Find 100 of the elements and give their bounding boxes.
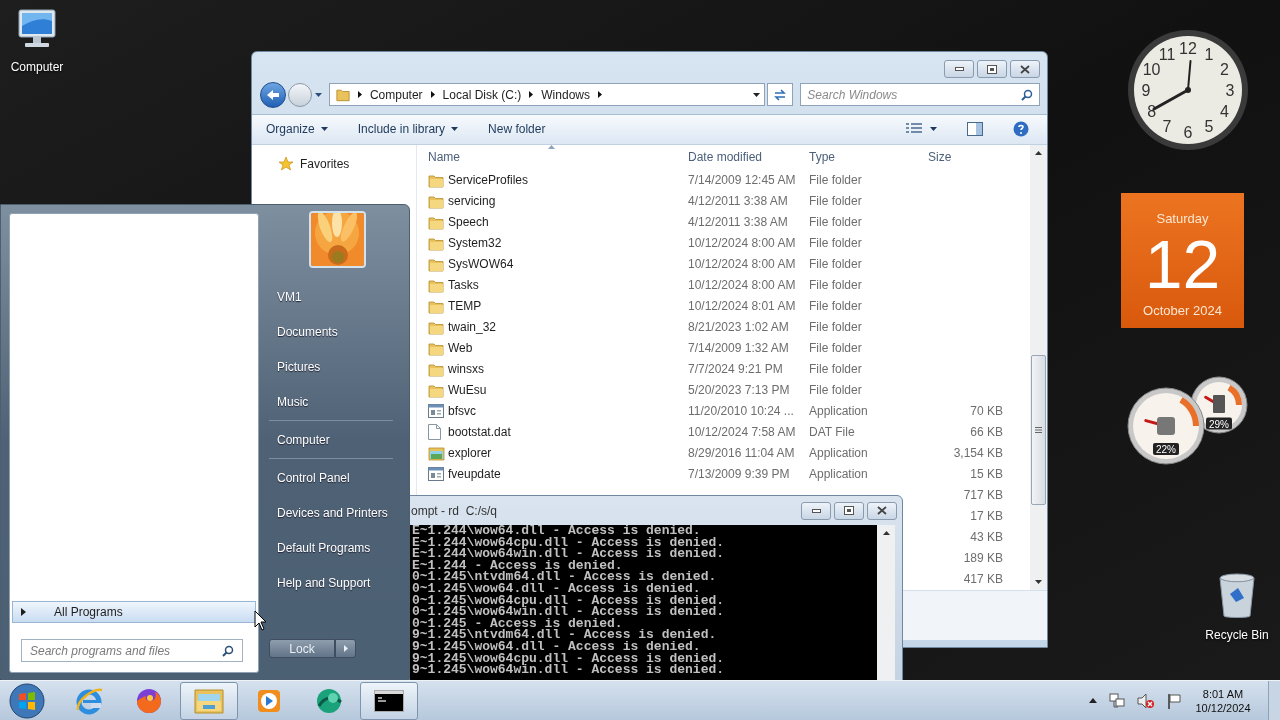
- back-arrow-icon: [266, 88, 280, 101]
- breadcrumb-arrow-icon[interactable]: [430, 91, 435, 99]
- table-cell: 5/20/2023 7:13 PM: [688, 383, 790, 398]
- calendar-month-year: October 2024: [1143, 301, 1222, 320]
- table-cell: File folder: [809, 215, 862, 230]
- caret-icon: [320, 127, 328, 132]
- sort-arrow-icon: [548, 144, 555, 149]
- scrollbar-thumb[interactable]: [1031, 354, 1046, 505]
- table-cell: 10/12/2024 7:58 AM: [688, 425, 796, 440]
- show-hidden-icons-icon[interactable]: [1089, 698, 1097, 703]
- console-line: E~1.244\wow64.dll - Access is denied.: [412, 525, 701, 537]
- taskbar-app-button[interactable]: [360, 681, 418, 720]
- close-button[interactable]: [867, 501, 897, 520]
- view-options-icon[interactable]: [906, 123, 922, 136]
- close-button[interactable]: [1010, 60, 1040, 78]
- column-header[interactable]: Size: [928, 148, 988, 167]
- scrollbar[interactable]: [1030, 144, 1047, 590]
- console-line: 9~1.245\ntvdm64.dll - Access is denied.: [412, 629, 718, 641]
- console-line: 0~1.245\ntvdm64.dll - Access is denied.: [412, 571, 718, 583]
- system-clock[interactable]: 8:01 AM 10/12/2024: [1193, 686, 1253, 715]
- restore-icon: [844, 506, 854, 515]
- table-cell-text: 70 KB: [970, 403, 1003, 421]
- help-icon[interactable]: [1013, 121, 1029, 138]
- refresh-button[interactable]: [767, 83, 794, 107]
- start-orb-icon: [9, 682, 45, 719]
- table-cell: bootstat.dat: [448, 425, 511, 440]
- start-menu-link[interactable]: Computer: [277, 430, 330, 449]
- minimize-button[interactable]: [801, 501, 831, 520]
- search-field[interactable]: Search Windows: [800, 83, 1040, 107]
- table-cell: File folder: [809, 383, 862, 398]
- folder-icon: [335, 87, 350, 102]
- column-header[interactable]: Type: [809, 148, 928, 167]
- start-menu-link[interactable]: Default Programs: [277, 538, 371, 557]
- network-icon[interactable]: [1109, 692, 1125, 709]
- toolbar-button[interactable]: New folder: [488, 120, 546, 139]
- breadcrumb-item[interactable]: Windows: [541, 85, 590, 104]
- flag-icon[interactable]: [1167, 692, 1181, 709]
- folder-icon: [428, 319, 444, 335]
- expand-arrow-icon: [21, 608, 26, 616]
- table-cell: 4/12/2011 3:38 AM: [688, 215, 788, 230]
- breadcrumb-arrow-icon[interactable]: [529, 91, 534, 99]
- address-field[interactable]: Computer Local Disk (C:) Windows: [328, 83, 766, 107]
- table-cell: servicing: [448, 194, 496, 209]
- table-cell: 10/12/2024 8:00 AM: [688, 278, 796, 293]
- media-player-icon: [256, 687, 282, 714]
- preview-pane-icon[interactable]: [967, 122, 983, 137]
- clock-numeral: 3: [1225, 82, 1235, 99]
- all-programs-button[interactable]: All Programs: [12, 601, 256, 623]
- nav-item[interactable]: Favorites: [300, 154, 350, 173]
- console-line: 0~1.245\wow64.dll - Access is denied.: [412, 582, 701, 595]
- browser-e-icon: [74, 685, 104, 716]
- clock-numeral: 7: [1162, 118, 1172, 136]
- search-field[interactable]: Search programs and files: [21, 639, 243, 662]
- folder-icon: [428, 277, 444, 293]
- table-cell: Speech: [448, 215, 489, 230]
- minimize-button[interactable]: [944, 60, 974, 78]
- start-button[interactable]: [7, 681, 47, 720]
- close-icon: [1020, 64, 1030, 74]
- breadcrumb-item[interactable]: Computer: [369, 85, 423, 104]
- table-cell-text: 417 KB: [963, 571, 1003, 589]
- table-cell: System32: [448, 236, 502, 251]
- breadcrumb-arrow-icon[interactable]: [357, 91, 362, 99]
- folder-icon: [428, 235, 444, 251]
- start-menu-link[interactable]: Pictures: [277, 357, 321, 376]
- table-cell: File folder: [809, 173, 862, 188]
- start-menu-link[interactable]: Help and Support: [277, 573, 371, 592]
- clock-numeral: 6: [1183, 124, 1193, 141]
- caret-icon: [451, 127, 459, 132]
- scroll-up-icon[interactable]: [1035, 150, 1042, 155]
- table-cell: 7/7/2024 9:21 PM: [688, 362, 783, 377]
- table-cell-text: 17 KB: [970, 508, 1003, 526]
- column-header[interactable]: Name: [428, 148, 688, 167]
- column-header[interactable]: Date modified: [688, 148, 809, 167]
- console-line: 9~1.245\wow64.dll - Access is denied.: [412, 640, 701, 653]
- table-cell: Tasks: [448, 278, 479, 293]
- table-cell: 7/13/2009 9:39 PM: [688, 467, 790, 482]
- table-cell: 8/21/2023 1:02 AM: [688, 320, 789, 335]
- meter-reading: 22%: [1153, 443, 1179, 456]
- start-menu-link[interactable]: Control Panel: [277, 468, 350, 487]
- scroll-down-icon[interactable]: [1035, 579, 1042, 584]
- recycle-bin-icon[interactable]: [1218, 572, 1256, 620]
- power-options-button[interactable]: [335, 639, 356, 658]
- maximize-button[interactable]: [834, 501, 864, 520]
- speaker-muted-icon[interactable]: [1137, 692, 1155, 709]
- scroll-up-icon[interactable]: [882, 531, 890, 535]
- table-cell: File folder: [809, 257, 862, 272]
- start-menu-link[interactable]: Documents: [277, 322, 338, 341]
- start-menu-link[interactable]: Devices and Printers: [277, 503, 388, 522]
- maximize-button[interactable]: [977, 60, 1007, 78]
- breadcrumb-item[interactable]: Local Disk (C:): [442, 85, 522, 104]
- start-menu-link[interactable]: Music: [277, 392, 309, 411]
- clock-numeral: 1: [1204, 45, 1214, 63]
- breadcrumb-arrow-icon[interactable]: [598, 91, 602, 99]
- start-menu-link[interactable]: VM1: [277, 287, 302, 306]
- desktop-icon-label: Computer: [10, 59, 64, 76]
- toolbar-button[interactable]: Organize: [266, 120, 328, 139]
- back-button[interactable]: [260, 81, 286, 108]
- folder-icon: [428, 193, 444, 209]
- toolbar-button[interactable]: Include in library: [357, 120, 459, 139]
- table-cell: File folder: [809, 194, 862, 209]
